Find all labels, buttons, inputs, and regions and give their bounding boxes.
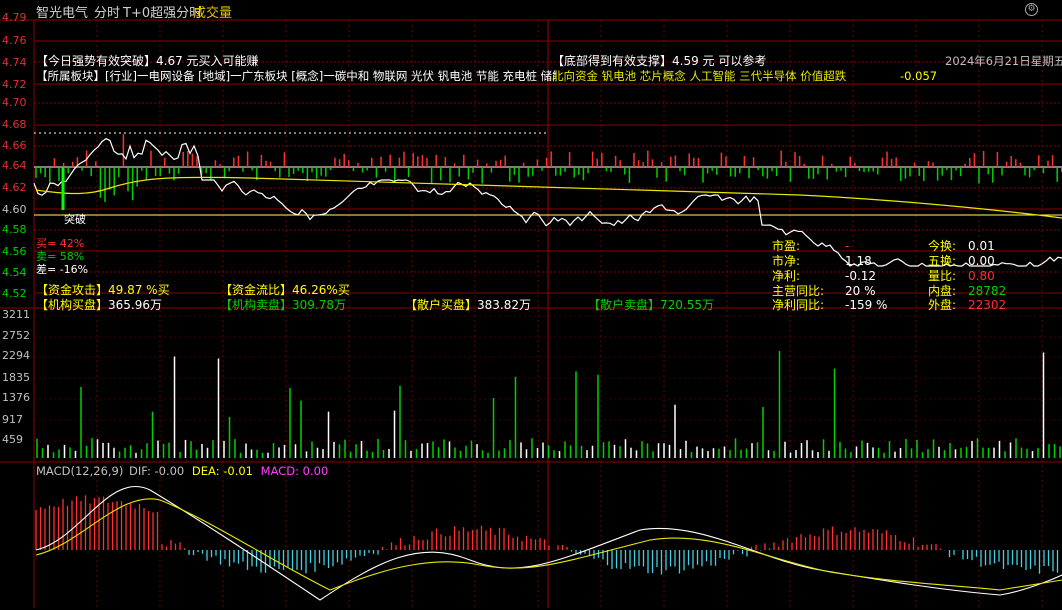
retail-sell-value: 720.55万	[660, 298, 715, 312]
inner-volume-value: 28782	[968, 284, 1007, 298]
diff-percent: 差= -16%	[36, 263, 89, 276]
volume-tick: 917	[2, 413, 23, 426]
price-tick: 4.66	[2, 139, 27, 152]
volume-tick: 1835	[2, 371, 30, 384]
retail-buy-value: 383.82万	[477, 298, 532, 312]
pb-value: 1.18	[845, 254, 872, 268]
turnover-label: 今换:	[928, 239, 957, 253]
inst-buy: 【机构买盘】365.96万	[36, 299, 162, 312]
price-tick: 4.64	[2, 159, 27, 172]
retail-sell: 【散户卖盘】720.55万	[588, 299, 714, 312]
price-tick: 4.68	[2, 118, 27, 131]
macd-value: MACD: 0.00	[260, 464, 329, 478]
price-tick: 4.56	[2, 245, 27, 258]
profit-label: 净利:	[772, 269, 801, 283]
capital-attack-label: 【资金攻击】	[36, 283, 109, 297]
retail-buy-label: 【散户买盘】	[405, 298, 478, 312]
turnover-value: 0.01	[968, 239, 995, 253]
capital-flow-label: 【资金流比】	[220, 283, 293, 297]
volume-ratio-value: 0.80	[968, 269, 995, 283]
capital-flow: 【资金流比】46.26%买	[220, 284, 350, 297]
date-text: 2024年6月21日星期五	[945, 54, 1062, 68]
volume-ratio-label: 量比:	[928, 269, 957, 283]
macd-header: MACD(12,26,9) DIF: -0.00 DEA: -0.01 MACD…	[36, 465, 328, 478]
volume-tick: 2294	[2, 349, 30, 362]
rev-growth-label: 主营同比:	[772, 284, 825, 298]
five-turnover-label: 五换:	[928, 254, 957, 268]
price-tick: 4.76	[2, 34, 27, 47]
retail-sell-label: 【散户卖盘】	[588, 298, 661, 312]
ratio-value: -0.057	[900, 69, 938, 83]
capital-flow-value: 46.26%买	[292, 283, 350, 297]
volume-tick: 1376	[2, 391, 30, 404]
macd-dif: DIF: -0.00	[129, 464, 185, 478]
price-tick: 4.58	[2, 223, 27, 236]
inst-buy-label: 【机构买盘】	[36, 298, 109, 312]
pb-label: 市净:	[772, 254, 801, 268]
buy-percent: 买= 42%	[36, 237, 85, 250]
capital-attack-value: 49.87 %买	[108, 283, 170, 297]
volume-tick: 459	[2, 433, 23, 446]
pe-value: -	[845, 239, 850, 253]
price-tick: 4.79	[2, 11, 27, 24]
sell-percent: 卖= 58%	[36, 250, 85, 263]
inst-sell: 【机构卖盘】309.78万	[220, 299, 346, 312]
macd-dea: DEA: -0.01	[191, 464, 253, 478]
macd-name: MACD(12,26,9)	[36, 464, 124, 478]
price-tick: 4.60	[2, 203, 27, 216]
price-tick: 4.62	[2, 181, 27, 194]
price-tick: 4.74	[2, 56, 27, 69]
breakthrough-label: 突破	[64, 213, 86, 226]
profit-value: -0.12	[845, 269, 877, 283]
outer-volume-label: 外盘:	[928, 298, 957, 312]
five-turnover-value: 0.00	[968, 254, 995, 268]
np-growth-label: 净利同比:	[772, 298, 825, 312]
price-tick: 4.72	[2, 78, 27, 91]
inst-buy-value: 365.96万	[108, 298, 163, 312]
strong-breakout-text: 【今日强势有效突破】4.67 元买入可能赚	[36, 54, 259, 68]
support-text: 【底部得到有效支撑】4.59 元 可以参考	[552, 54, 767, 68]
inner-volume-label: 内盘:	[928, 284, 957, 298]
price-tick: 4.54	[2, 266, 27, 279]
rev-growth-value: 20 %	[845, 284, 876, 298]
np-growth-value: -159 %	[845, 298, 888, 312]
dea-line	[35, 498, 1062, 591]
retail-buy: 【散户买盘】383.82万	[405, 299, 531, 312]
dif-line	[35, 486, 1062, 601]
price-tick: 4.52	[2, 287, 27, 300]
inst-sell-label: 【机构卖盘】	[220, 298, 293, 312]
average-price-line	[35, 176, 1062, 219]
sector-text: 【所属板块】[行业]一电网设备 [地域]一广东板块 [概念]一碳中和 物联网 光…	[36, 70, 556, 83]
inst-sell-value: 309.78万	[292, 298, 347, 312]
volume-tick: 3211	[2, 308, 30, 321]
outer-volume-value: 22302	[968, 298, 1007, 312]
capital-attack: 【资金攻击】49.87 %买	[36, 284, 170, 297]
pe-label: 市盈:	[772, 239, 801, 253]
sector-overlap-text: 北向资金 钒电池 芯片概念 人工智能 三代半导体 价值超跌	[552, 70, 847, 83]
volume-tick: 2752	[2, 329, 30, 342]
price-tick: 4.70	[2, 96, 27, 109]
